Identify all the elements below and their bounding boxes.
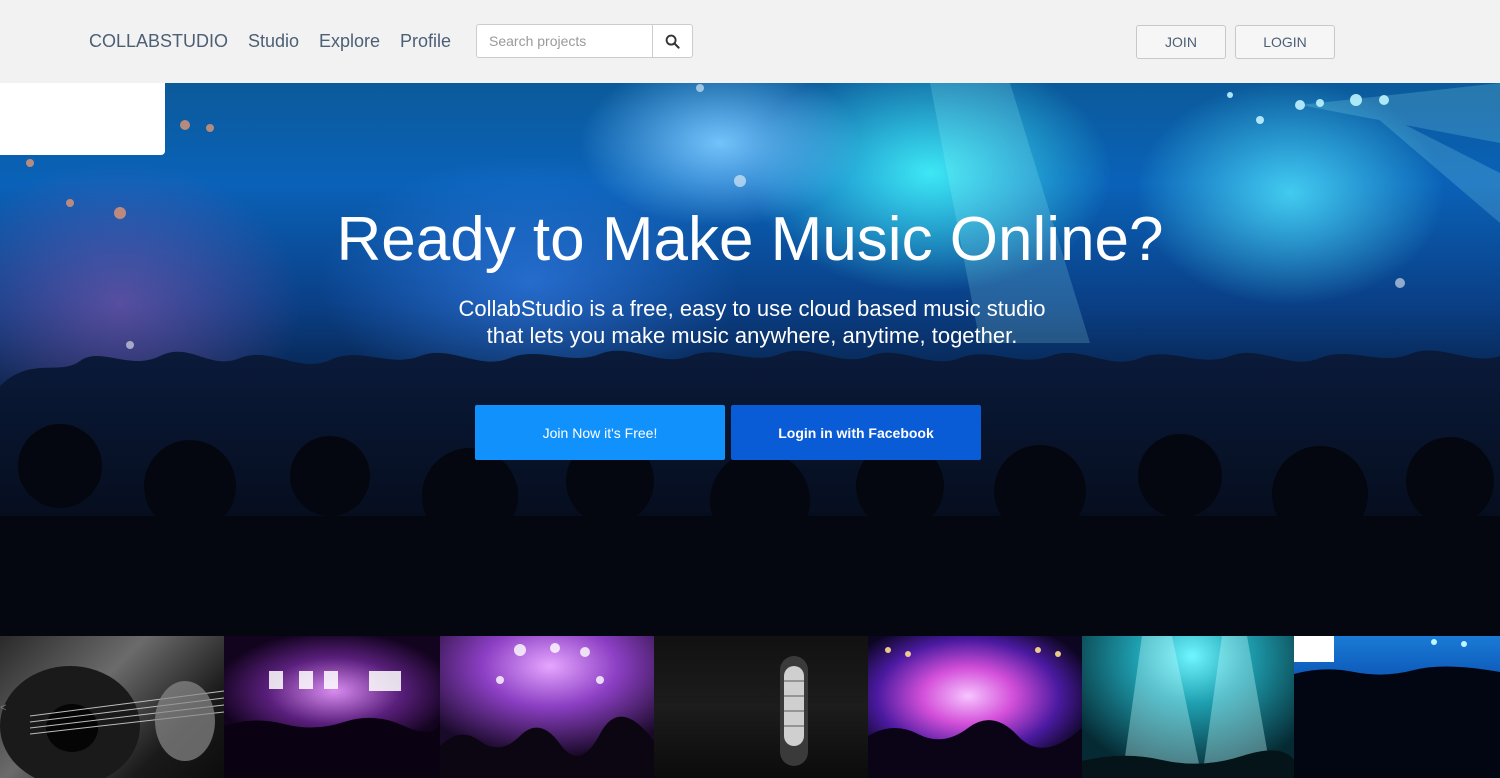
thumb-pink-concert[interactable] xyxy=(868,636,1082,778)
thumb-guitar[interactable] xyxy=(0,636,224,778)
stage-image xyxy=(224,671,440,778)
search-button[interactable] xyxy=(652,25,692,57)
brand-logo[interactable]: COLLABSTUDIO xyxy=(89,30,228,52)
microphone-image xyxy=(780,656,808,766)
nav-link-explore[interactable]: Explore xyxy=(319,30,380,52)
teal-stage-image xyxy=(1082,636,1294,778)
join-button[interactable]: JOIN xyxy=(1136,25,1226,59)
login-button[interactable]: LOGIN xyxy=(1235,25,1335,59)
thumb-blue-crowd[interactable] xyxy=(1294,636,1500,778)
facebook-login-button[interactable]: Login in with Facebook xyxy=(731,405,981,460)
purple-crowd-image xyxy=(440,643,654,778)
thumb-microphone[interactable] xyxy=(654,636,868,778)
nav-link-studio[interactable]: Studio xyxy=(248,30,299,52)
thumbnail-strip xyxy=(0,636,1500,778)
join-free-button[interactable]: Join Now it's Free! xyxy=(475,405,725,460)
nav-link-profile[interactable]: Profile xyxy=(400,30,451,52)
thumb-teal-stage[interactable] xyxy=(1082,636,1294,778)
hero-subtitle: CollabStudio is a free, easy to use clou… xyxy=(458,296,1046,348)
search-box xyxy=(476,24,693,58)
hero-title: Ready to Make Music Online? xyxy=(336,205,1164,274)
guitar-image xyxy=(0,666,224,778)
search-icon xyxy=(665,34,680,49)
thumb-stage-lights[interactable] xyxy=(224,636,440,778)
search-input[interactable] xyxy=(477,25,653,57)
thumb-purple-crowd[interactable] xyxy=(440,636,654,778)
blue-crowd-image xyxy=(1294,636,1500,778)
crowd-silhouette xyxy=(0,350,1500,636)
pink-concert-image xyxy=(868,647,1082,778)
chevron-left-icon[interactable]: < xyxy=(0,702,6,714)
top-navbar: COLLABSTUDIO Studio Explore Profile JOIN… xyxy=(0,0,1500,83)
hero-banner: Ready to Make Music Online? CollabStudio… xyxy=(0,83,1500,636)
